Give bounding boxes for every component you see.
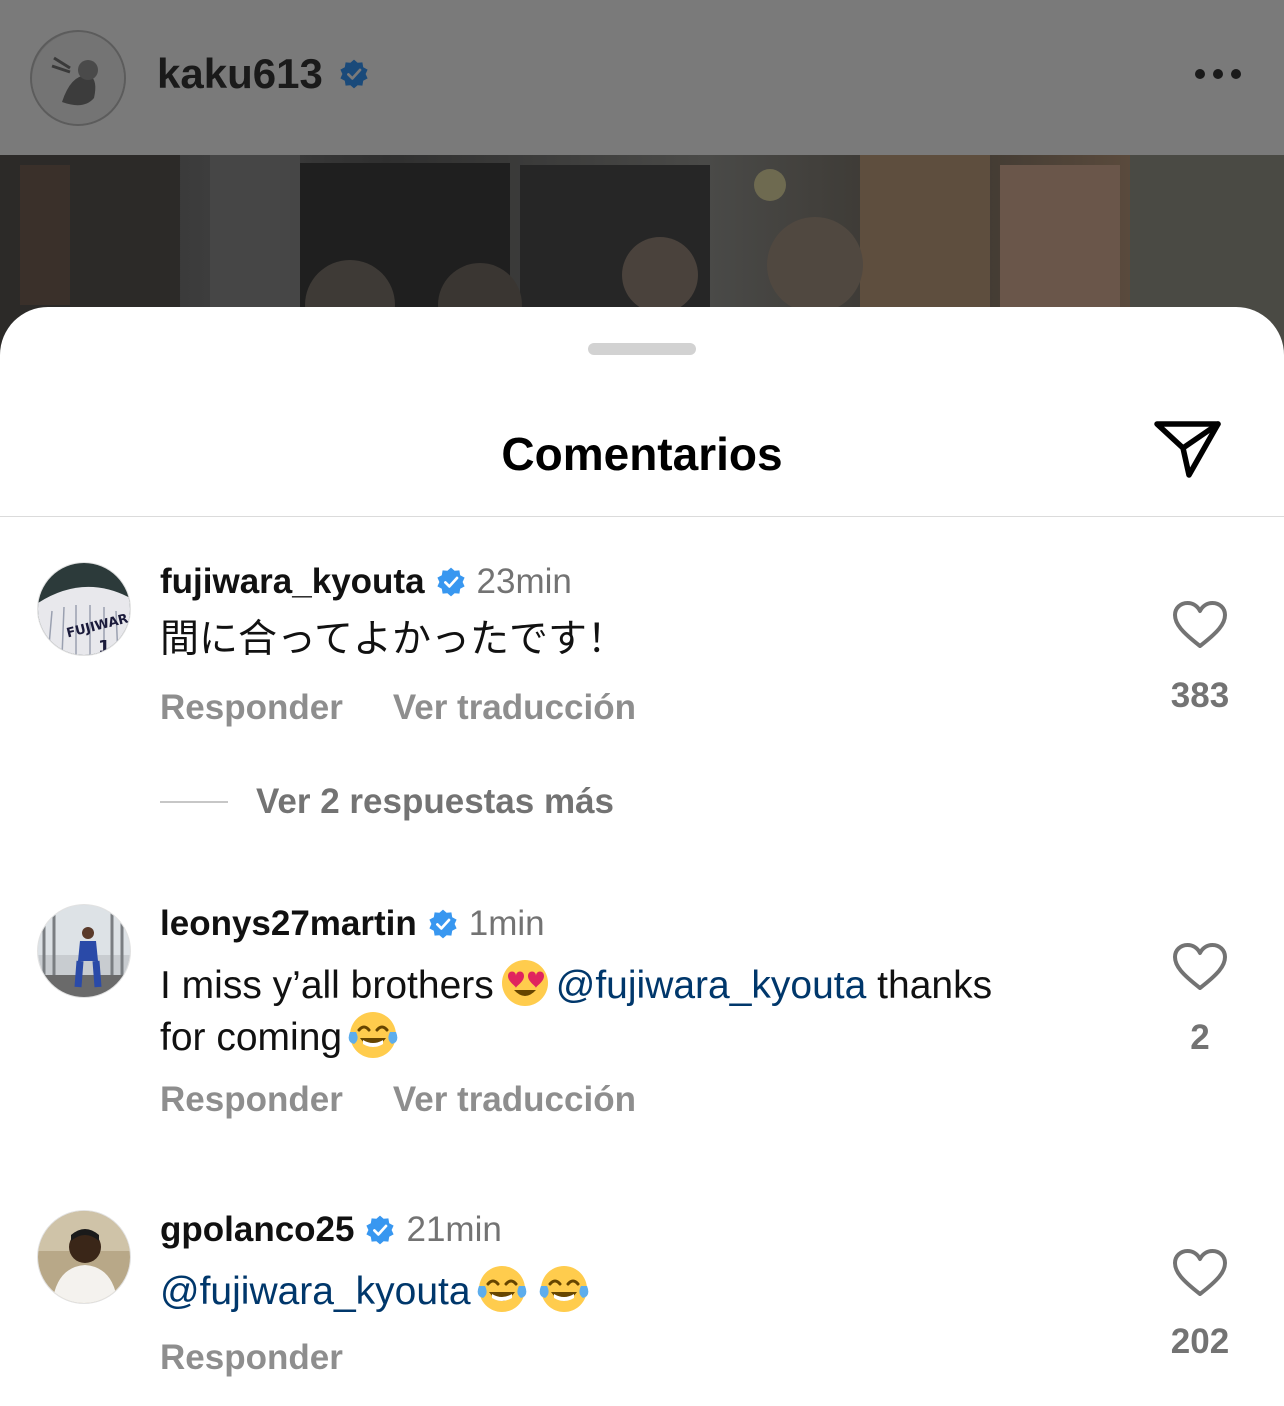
reply-button[interactable]: Responder	[160, 1080, 343, 1119]
verified-badge-icon	[429, 909, 457, 939]
sheet-drag-handle[interactable]	[588, 343, 696, 355]
like-count: 202	[1170, 1322, 1230, 1361]
commenter-avatar[interactable]: FUJIWARA 1	[37, 562, 131, 656]
tears-of-joy-emoji	[477, 1266, 526, 1312]
comment-text: I miss y’all brothers @fujiwara_kyouta t…	[160, 958, 1120, 1062]
post-author-username[interactable]: kaku613	[157, 50, 323, 98]
heart-icon[interactable]	[1172, 942, 1228, 992]
verified-badge-icon	[340, 59, 368, 89]
replies-divider-line	[160, 801, 228, 803]
svg-text:1: 1	[98, 637, 111, 656]
commenter-username[interactable]: gpolanco25	[160, 1210, 354, 1250]
commenter-avatar[interactable]	[37, 904, 131, 998]
comment-text-part: I miss y’all brothers	[160, 964, 494, 1007]
verified-badge-icon	[366, 1215, 395, 1245]
comment-text-part: thanks	[877, 964, 993, 1007]
more-horizontal-icon[interactable]	[1192, 64, 1244, 84]
like-count: 383	[1170, 676, 1230, 715]
commenter-avatar[interactable]	[37, 1210, 131, 1304]
translate-button[interactable]: Ver traducción	[393, 1080, 636, 1119]
heart-icon[interactable]	[1172, 600, 1228, 650]
reply-button[interactable]: Responder	[160, 1338, 343, 1377]
translate-button[interactable]: Ver traducción	[393, 688, 636, 727]
verified-badge-icon	[436, 567, 465, 597]
commenter-username[interactable]: leonys27martin	[160, 904, 417, 944]
sheet-title: Comentarios	[501, 428, 783, 480]
comment-item: leonys27martin 1min I miss y’all brother…	[0, 902, 1284, 1132]
mention-link[interactable]: @fujiwara_kyouta	[160, 1270, 471, 1313]
comment-item: FUJIWARA 1 fujiwara_kyouta 23min 間に合ってよか…	[0, 560, 1284, 830]
comment-timestamp: 21min	[406, 1210, 502, 1249]
reply-button[interactable]: Responder	[160, 688, 343, 727]
comment-text: 間に合ってよかったです！	[160, 618, 627, 661]
tears-of-joy-emoji	[539, 1266, 588, 1312]
post-header: kaku613	[0, 0, 1284, 155]
heart-eyes-emoji	[501, 960, 548, 1006]
heart-icon[interactable]	[1172, 1248, 1228, 1298]
comment-text: @fujiwara_kyouta	[160, 1264, 1120, 1316]
tears-of-joy-emoji	[348, 1012, 398, 1058]
comment-text-part: for coming	[160, 1016, 343, 1059]
comment-item: gpolanco25 21min @fujiwara_kyouta Respon…	[0, 1208, 1284, 1398]
comment-timestamp: 1min	[468, 904, 545, 943]
view-replies-label: Ver 2 respuestas más	[256, 782, 615, 821]
like-count: 2	[1190, 1018, 1210, 1057]
view-replies-button[interactable]: Ver 2 respuestas más	[160, 782, 614, 822]
comment-timestamp: 23min	[476, 562, 572, 601]
post-author-avatar[interactable]	[30, 30, 126, 126]
commenter-username[interactable]: fujiwara_kyouta	[160, 562, 425, 602]
send-paper-plane-icon[interactable]	[1152, 417, 1224, 483]
mention-link[interactable]: @fujiwara_kyouta	[556, 964, 867, 1007]
header-divider	[0, 516, 1284, 517]
